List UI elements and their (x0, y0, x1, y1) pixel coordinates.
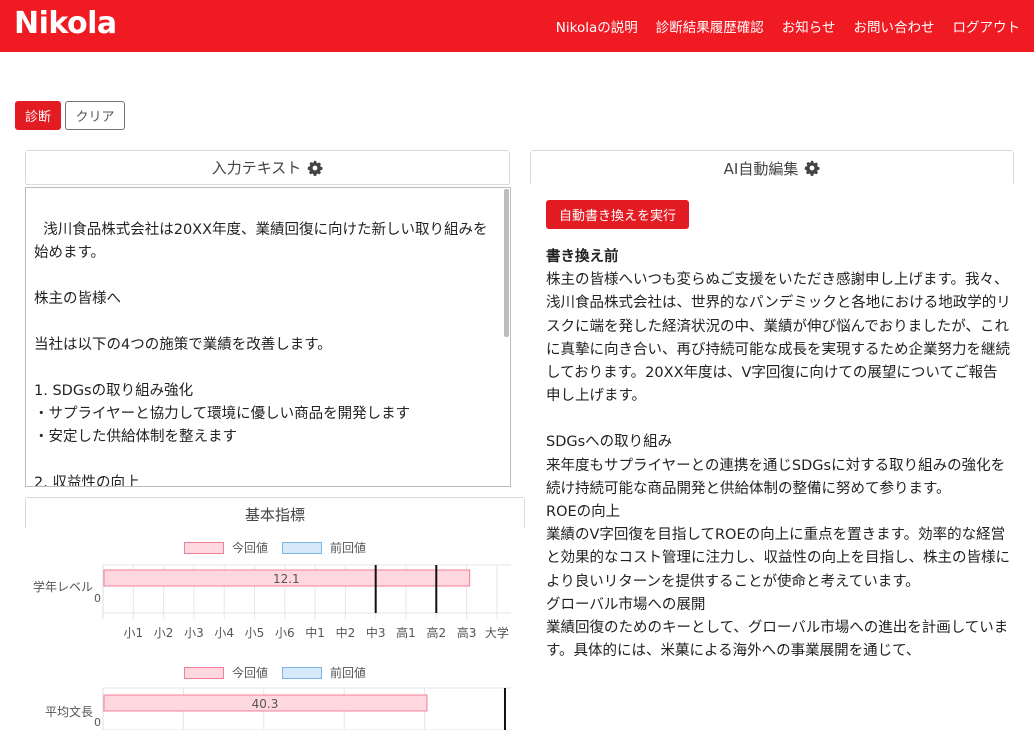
bar-data-label: 40.3 (252, 697, 279, 711)
nav-link-about[interactable]: Nikolaの説明 (556, 16, 638, 36)
section-title-global: グローバル市場への展開 (546, 596, 706, 613)
x-tick-label: 大学 (485, 625, 509, 640)
metrics-header: 基本指標 (26, 498, 524, 530)
origin-label: 0 (94, 716, 101, 729)
paragraph-greeting: 株主の皆様へいつも変らぬご支援をいただき感謝申し上げます。我々、浅川食品株式会社… (546, 272, 1011, 405)
metrics-title: 基本指標 (244, 505, 305, 524)
origin-label: 0 (94, 592, 101, 605)
paragraph-global: 業績回復のためのキーとして、グローバル市場への進出を計画しています。具体的には、… (546, 620, 1009, 660)
legend-current-label: 今回値 (232, 541, 269, 555)
category-label: 平均文長 (45, 704, 93, 719)
x-tick-label: 小2 (154, 626, 174, 640)
legend-previous-swatch[interactable] (282, 666, 323, 679)
x-tick-label: 中1 (305, 625, 325, 640)
legend-current-label: 今回値 (232, 666, 269, 680)
nav-link-contact[interactable]: お問い合わせ (854, 16, 935, 36)
nav-link-news[interactable]: お知らせ (782, 16, 836, 36)
metrics-card: 基本指標 (25, 497, 525, 530)
legend-previous-label: 前回値 (330, 541, 367, 555)
input-text-header: 入力テキスト (26, 151, 509, 185)
legend-previous-label: 前回値 (330, 666, 367, 680)
x-tick-label: 小1 (123, 626, 143, 640)
bar-data-label: 12.1 (273, 572, 300, 586)
clear-button[interactable]: クリア (65, 101, 125, 130)
chart1-legend: 今回値 前回値 (184, 539, 366, 556)
grade-level-chart: 12.1 学年レベル0 小1 小2 小3 小4 小5 小6 中1 中2 中3 高1 高2 高3 大学 (33, 564, 511, 640)
ai-edit-card: AI自動編集 (530, 150, 1014, 185)
top-navbar: Nikola Nikolaの説明 診断結果履歴確認 お知らせ お問い合わせ ログ… (0, 0, 1034, 52)
ai-edit-title: AI自動編集 (723, 159, 799, 178)
nav-links: Nikolaの説明 診断結果履歴確認 お知らせ お問い合わせ ログアウト (556, 0, 1020, 52)
input-textarea-content: 浅川食品株式会社は20XX年度、業績回復に向けた新しい取り組みを始めます。 株主… (34, 222, 488, 487)
brand-logo[interactable]: Nikola (14, 6, 117, 41)
x-tick-label: 小6 (275, 626, 295, 640)
gear-icon[interactable] (307, 160, 323, 176)
input-text-card: 入力テキスト (25, 150, 510, 185)
x-tick-label: 小4 (214, 626, 234, 640)
x-tick-label: 高1 (396, 625, 416, 640)
x-tick-label: 小3 (184, 626, 204, 640)
gear-icon[interactable] (804, 160, 820, 176)
textarea-scrollbar[interactable] (504, 189, 509, 337)
paragraph-roe: 業績のV字回復を目指してROEの向上に重点を置きます。効率的な経営と効果的なコス… (546, 527, 1010, 590)
section-title-sdgs: SDGsへの取り組み (546, 434, 673, 451)
legend-current-swatch[interactable] (184, 666, 224, 679)
category-label: 学年レベル (33, 579, 93, 594)
input-text-title: 入力テキスト (211, 159, 302, 177)
before-heading: 書き換え前 (546, 249, 619, 265)
avg-sentence-length-chart: 40.3 平均文長0 (45, 687, 511, 730)
x-tick-label: 中3 (366, 625, 386, 640)
metrics-charts: 今回値 前回値 12.1 学年レベル 0 小1 小2 小3 小4 小5 小6 中1 中2 中3 高1 高2… (25, 530, 525, 730)
input-textarea[interactable]: 浅川食品株式会社は20XX年度、業績回復に向けた新しい取り組みを始めます。 株主… (25, 187, 511, 487)
paragraph-spacer (546, 408, 1011, 431)
chart2-legend: 今回値 前回値 (184, 664, 366, 681)
rewrite-output: 書き換え前 株主の皆様へいつも変らぬご支援をいただき感謝申し上げます。我々、浅川… (546, 246, 1011, 663)
section-title-roe: ROEの向上 (546, 504, 621, 521)
x-tick-label: 高3 (457, 625, 477, 640)
x-tick-label: 小5 (245, 626, 265, 640)
x-tick-label: 中2 (336, 625, 356, 640)
legend-current-swatch[interactable] (184, 541, 224, 554)
x-tick-label: 高2 (426, 625, 446, 640)
nav-link-logout[interactable]: ログアウト (953, 16, 1021, 36)
legend-previous-swatch[interactable] (282, 541, 323, 554)
paragraph-sdgs: 来年度もサプライヤーとの連携を通じSDGsに対する取り組みの強化を続け持続可能な… (546, 457, 1006, 497)
nav-link-history[interactable]: 診断結果履歴確認 (656, 16, 764, 36)
ai-edit-header: AI自動編集 (531, 151, 1013, 185)
auto-rewrite-button[interactable]: 自動書き換えを実行 (546, 200, 689, 229)
diagnose-button[interactable]: 診断 (15, 101, 61, 130)
